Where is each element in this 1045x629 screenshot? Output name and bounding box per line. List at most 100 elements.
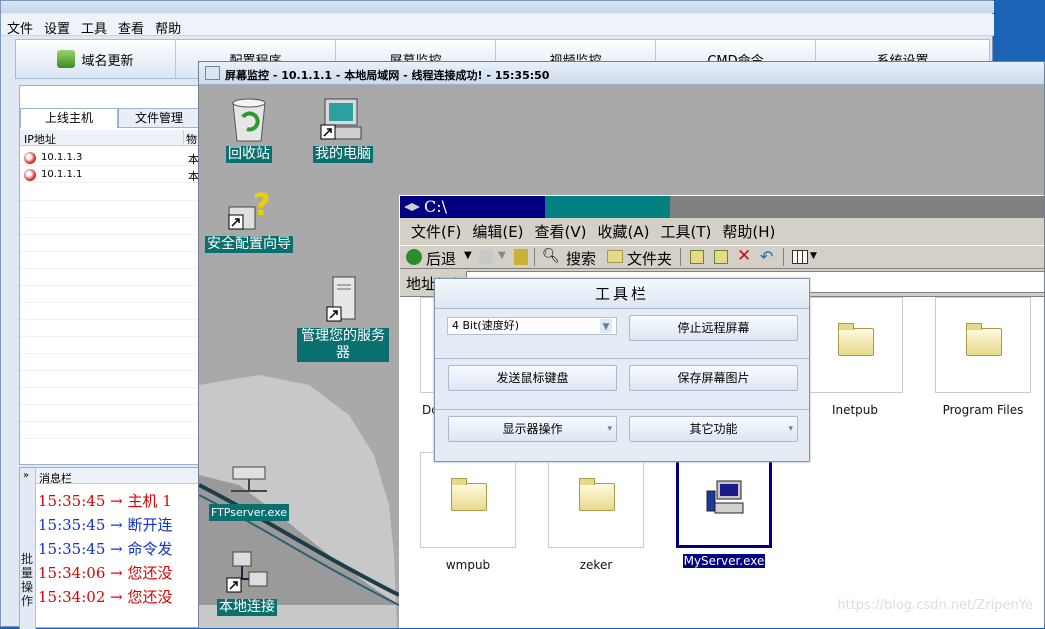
tool-row-1: 4 Bit(速度好) ▼ 停止远程屏幕 bbox=[435, 309, 809, 359]
file-item-program-files[interactable]: Program Files bbox=[935, 297, 1031, 417]
col-ip[interactable]: IP地址 bbox=[24, 131, 56, 147]
chevron-down-icon[interactable]: ▼ bbox=[600, 319, 612, 333]
file-item-zeker[interactable]: zeker bbox=[548, 452, 644, 572]
col-physical[interactable]: 物 bbox=[186, 131, 197, 147]
menu-view[interactable]: 查看 bbox=[112, 14, 149, 37]
tool-panel: 工具栏 4 Bit(速度好) ▼ 停止远程屏幕 发送鼠标键盘 保存屏幕图片 显示… bbox=[434, 278, 810, 462]
file-name: Inetpub bbox=[831, 403, 879, 417]
table-row[interactable]: 10.1.1.3 本 bbox=[20, 150, 200, 166]
folder-thumbnail bbox=[807, 297, 903, 393]
send-mouse-keyboard-button[interactable]: 发送鼠标键盘 bbox=[448, 365, 617, 391]
explorer-title: C:\ bbox=[424, 197, 448, 216]
ftpserver-label: FTPserver.exe bbox=[208, 504, 290, 521]
explorer-menu-tools[interactable]: 工具(T) bbox=[660, 221, 711, 242]
file-item-inetpub[interactable]: Inetpub bbox=[807, 297, 903, 417]
network-connection-icon bbox=[226, 551, 268, 593]
tool-panel-title: 工具栏 bbox=[435, 279, 809, 309]
back-arrow-icon[interactable] bbox=[406, 249, 422, 265]
explorer-menu-favorites[interactable]: 收藏(A) bbox=[598, 221, 650, 242]
file-name: wmpub bbox=[445, 558, 491, 572]
views-dropdown-icon[interactable]: ▼ bbox=[810, 251, 817, 261]
tab-online-hosts[interactable]: 上线主机 bbox=[20, 108, 118, 128]
host-list-panel: 上线主机 文件管理 IP地址 物 10.1.1.3 本 10.1.1.1 本 bbox=[19, 85, 200, 465]
message-header: 消息栏 bbox=[36, 468, 200, 485]
explorer-menu-view[interactable]: 查看(V) bbox=[535, 221, 587, 242]
expand-icon[interactable]: » bbox=[23, 470, 29, 481]
desktop-icon-recycle-bin[interactable]: 回收站 bbox=[219, 95, 279, 163]
desktop-icon-ftpserver[interactable]: FTPserver.exe bbox=[201, 461, 297, 521]
message-line: 15:34:02 → 您还没 bbox=[38, 588, 173, 606]
batch-ops-label: 批量操作 bbox=[21, 552, 34, 608]
svg-text:?: ? bbox=[253, 188, 270, 223]
back-button[interactable]: 后退 bbox=[426, 248, 456, 269]
watermark: https://blog.csdn.net/ZripenYe bbox=[837, 598, 1033, 613]
security-wizard-label: 安全配置向导 bbox=[205, 236, 293, 253]
exe-thumbnail bbox=[676, 452, 772, 548]
explorer-menu-help[interactable]: 帮助(H) bbox=[722, 221, 775, 242]
desktop-icon-manage-server[interactable]: 管理您的服务器 bbox=[293, 275, 393, 362]
search-icon: 🔍︎ bbox=[542, 248, 560, 264]
table-row[interactable]: 10.1.1.1 本 bbox=[20, 167, 200, 183]
file-name: Program Files bbox=[942, 403, 1024, 417]
desktop-icon-security-wizard[interactable]: ? 安全配置向导 bbox=[201, 185, 297, 253]
other-functions-dropdown[interactable]: 其它功能 ▾ bbox=[629, 416, 798, 442]
batch-ops-sidebar[interactable]: » 批量操作 bbox=[20, 468, 36, 629]
color-depth-value: 4 Bit(速度好) bbox=[452, 319, 519, 332]
message-panel: » 批量操作 消息栏 15:35:45 → 主机 1 15:35:45 → 断开… bbox=[19, 467, 200, 629]
folder-icon bbox=[451, 478, 487, 511]
folder-icon bbox=[838, 323, 874, 356]
undo-icon[interactable]: ↶ bbox=[760, 247, 773, 266]
monitor-ops-dropdown[interactable]: 显示器操作 ▾ bbox=[448, 416, 617, 442]
security-wizard-icon: ? bbox=[228, 188, 270, 230]
tab-file-manager[interactable]: 文件管理 bbox=[118, 108, 200, 128]
views-icon[interactable] bbox=[792, 250, 808, 264]
save-screenshot-button[interactable]: 保存屏幕图片 bbox=[629, 365, 798, 391]
domain-update-button[interactable]: 域名更新 bbox=[16, 40, 176, 78]
move-to-icon[interactable] bbox=[690, 250, 704, 264]
color-depth-select[interactable]: 4 Bit(速度好) ▼ bbox=[447, 317, 617, 335]
stop-remote-screen-button[interactable]: 停止远程屏幕 bbox=[629, 315, 798, 341]
message-line: 15:34:06 → 您还没 bbox=[38, 564, 173, 582]
monitor-window-icon bbox=[205, 66, 220, 80]
folder-thumbnail bbox=[935, 297, 1031, 393]
file-item-myserver[interactable]: MyServer.exe bbox=[676, 452, 772, 568]
my-computer-label: 我的电脑 bbox=[313, 146, 373, 163]
explorer-menubar: 文件(F) 编辑(E) 查看(V) 收藏(A) 工具(T) 帮助(H) bbox=[400, 221, 1044, 243]
explorer-window-icon bbox=[404, 203, 420, 211]
monitor-title-bar[interactable]: 屏幕监控 - 10.1.1.1 - 本地局域网 - 线程连接成功! - 15:3… bbox=[199, 62, 1044, 85]
monitor-title: 屏幕监控 - 10.1.1.1 - 本地局域网 - 线程连接成功! - 15:3… bbox=[225, 69, 550, 82]
explorer-menu-edit[interactable]: 编辑(E) bbox=[472, 221, 523, 242]
desktop-icon-my-computer[interactable]: 我的电脑 bbox=[307, 95, 379, 163]
main-title-bar bbox=[1, 1, 994, 13]
forward-arrow-icon[interactable] bbox=[478, 249, 494, 265]
host-ip: 10.1.1.3 bbox=[41, 152, 83, 163]
menu-tools[interactable]: 工具 bbox=[75, 14, 112, 37]
menu-file[interactable]: 文件 bbox=[1, 14, 38, 37]
menu-help[interactable]: 帮助 bbox=[149, 14, 186, 37]
up-folder-icon[interactable] bbox=[514, 249, 528, 265]
explorer-menu-file[interactable]: 文件(F) bbox=[411, 221, 461, 242]
tool-row-2: 发送鼠标键盘 保存屏幕图片 bbox=[435, 359, 809, 410]
file-name-selected: MyServer.exe bbox=[682, 554, 766, 568]
tool-row-3: 显示器操作 ▾ 其它功能 ▾ bbox=[435, 410, 809, 461]
menu-settings[interactable]: 设置 bbox=[38, 14, 75, 37]
domain-update-label: 域名更新 bbox=[81, 53, 134, 69]
search-button[interactable]: 搜索 bbox=[566, 248, 596, 269]
message-line: 15:35:45 → 命令发 bbox=[38, 540, 173, 558]
explorer-title-bar[interactable]: C:\ bbox=[400, 196, 1044, 218]
delete-icon[interactable]: ✕ bbox=[737, 246, 751, 266]
host-icon bbox=[24, 169, 36, 181]
file-name: zeker bbox=[579, 558, 613, 572]
forward-dropdown-icon[interactable]: ▼ bbox=[498, 250, 506, 261]
folders-button[interactable]: 文件夹 bbox=[627, 248, 672, 269]
folder-thumbnail bbox=[548, 452, 644, 548]
chevron-down-icon: ▾ bbox=[788, 424, 793, 434]
back-dropdown-icon[interactable]: ▼ bbox=[464, 250, 472, 261]
file-item-wmpub[interactable]: wmpub bbox=[420, 452, 516, 572]
desktop-icon-local-connection[interactable]: 本地连接 bbox=[209, 550, 285, 616]
chevron-down-icon: ▾ bbox=[607, 424, 612, 434]
host-ip: 10.1.1.1 bbox=[41, 169, 83, 180]
copy-to-icon[interactable] bbox=[714, 250, 728, 264]
refresh-icon bbox=[57, 50, 76, 68]
other-functions-label: 其它功能 bbox=[689, 422, 738, 436]
